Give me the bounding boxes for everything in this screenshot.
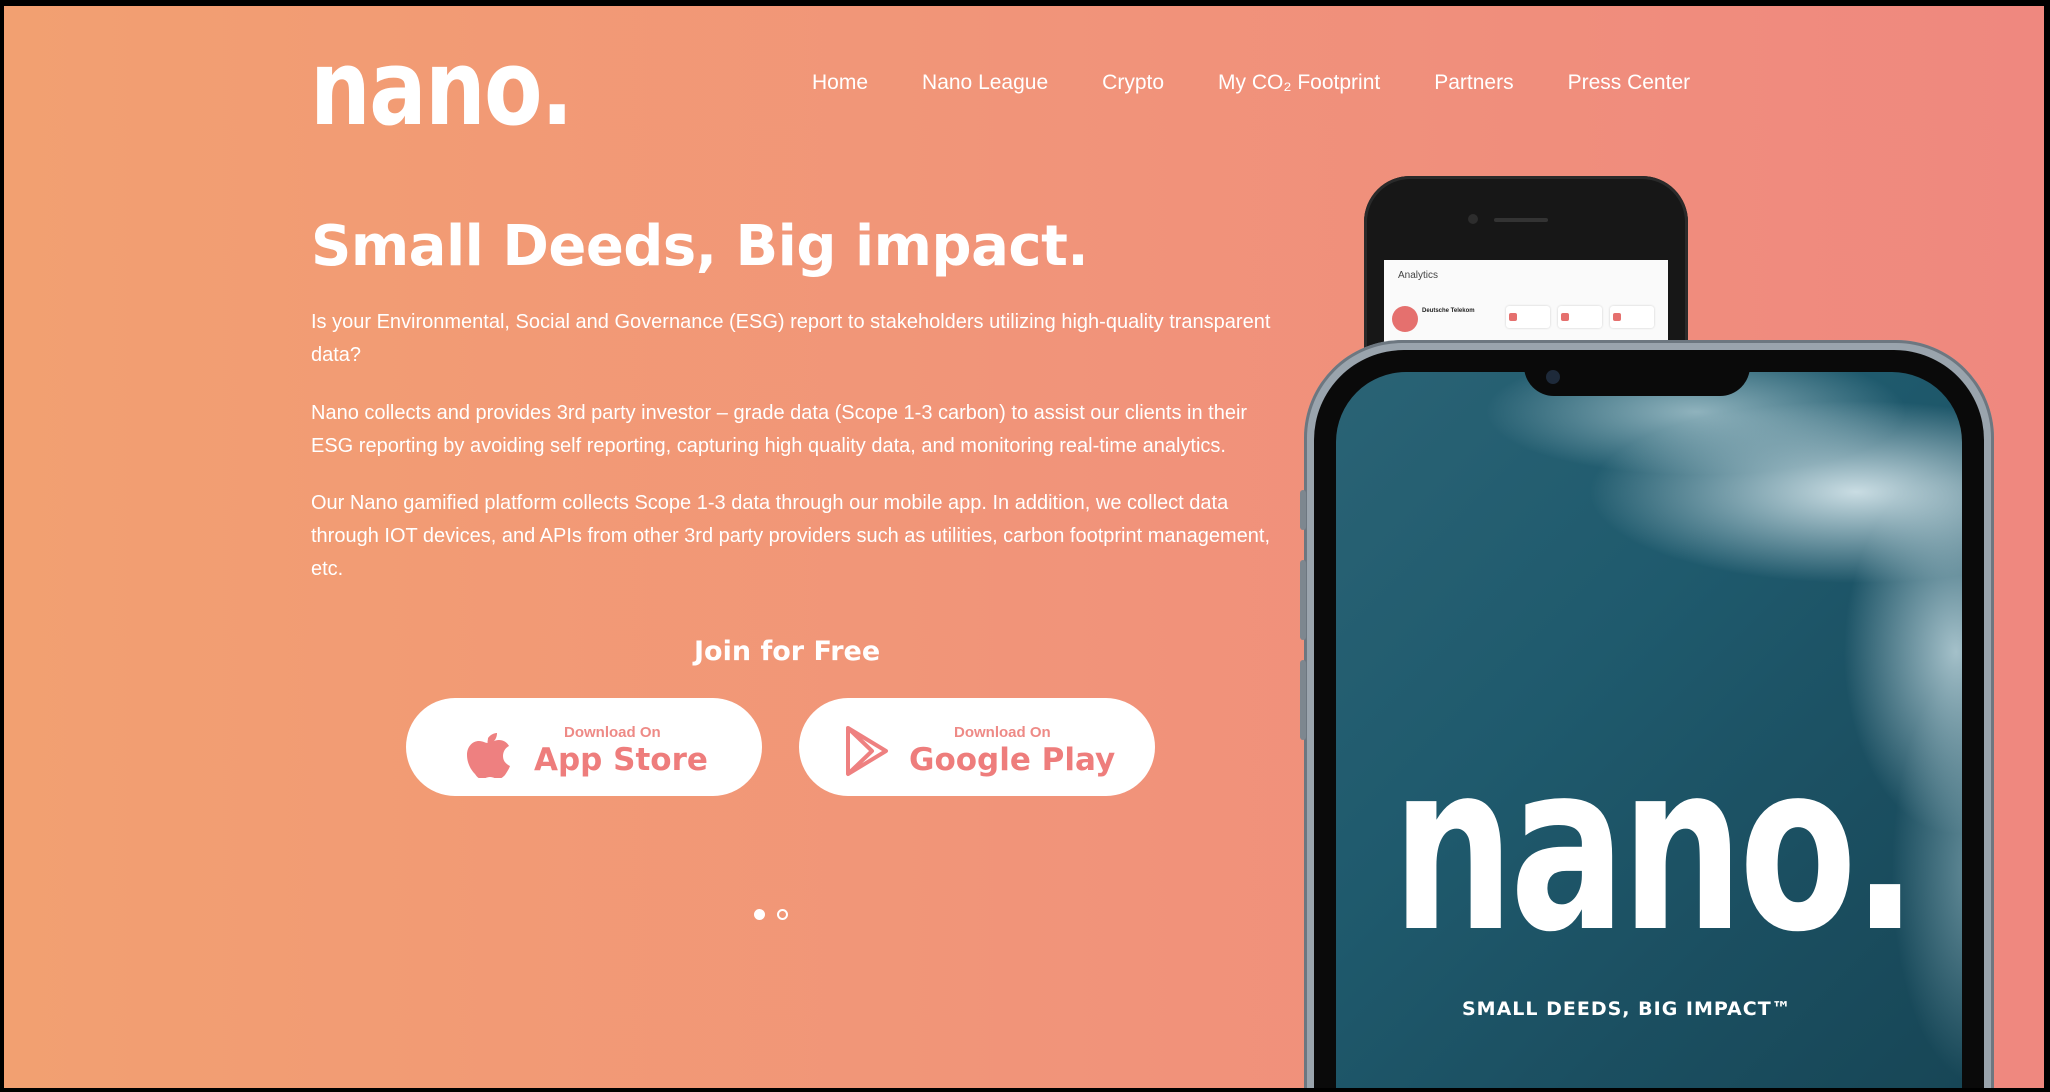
nav-partners[interactable]: Partners bbox=[1434, 70, 1513, 96]
app-store-small-label: Download On bbox=[564, 724, 661, 741]
nav-co2-footprint[interactable]: My CO₂ Footprint bbox=[1218, 70, 1380, 96]
carousel-dots bbox=[754, 909, 788, 920]
ocean-screen: nano. SMALL DEEDS, BIG IMPACT™ bbox=[1336, 372, 1962, 1088]
nav-press-center[interactable]: Press Center bbox=[1568, 70, 1691, 96]
analytics-title: Analytics bbox=[1398, 270, 1439, 281]
carousel-dot-2[interactable] bbox=[777, 909, 788, 920]
speaker-grille bbox=[1494, 218, 1548, 222]
app-store-button[interactable]: Download On App Store bbox=[406, 698, 762, 796]
hero-paragraph-2: Nano collects and provides 3rd party inv… bbox=[311, 402, 1248, 457]
landing-page: nano. Home Nano League Crypto My CO₂ Foo… bbox=[4, 6, 2044, 1088]
main-nav: Home Nano League Crypto My CO₂ Footprint… bbox=[812, 70, 1690, 96]
join-for-free-heading: Join for Free bbox=[694, 636, 881, 667]
phone-side-button bbox=[1300, 660, 1306, 740]
company-name: Deutsche Telekom bbox=[1422, 308, 1475, 314]
hero-headline: Small Deeds, Big impact. bbox=[311, 214, 1089, 279]
carousel-dot-1[interactable] bbox=[754, 909, 765, 920]
google-play-label: Google Play bbox=[909, 742, 1116, 778]
hero-paragraph-3: Our Nano gamified platform collects Scop… bbox=[311, 492, 1271, 580]
screen-tagline: SMALL DEEDS, BIG IMPACT™ bbox=[1462, 998, 1792, 1020]
google-play-button[interactable]: Download On Google Play bbox=[799, 698, 1155, 796]
google-play-icon bbox=[846, 726, 888, 776]
company-avatar bbox=[1392, 306, 1418, 332]
nav-crypto[interactable]: Crypto bbox=[1102, 70, 1164, 96]
front-camera-icon bbox=[1546, 370, 1560, 384]
nav-home[interactable]: Home bbox=[812, 70, 868, 96]
app-store-label: App Store bbox=[534, 742, 708, 778]
stat-card bbox=[1506, 306, 1550, 328]
phone-mockup-front: nano. SMALL DEEDS, BIG IMPACT™ bbox=[1300, 340, 1994, 1088]
google-play-small-label: Download On bbox=[954, 724, 1051, 741]
phone-bezel: nano. SMALL DEEDS, BIG IMPACT™ bbox=[1314, 350, 1984, 1088]
stat-card bbox=[1610, 306, 1654, 328]
phone-side-button bbox=[1300, 490, 1306, 530]
apple-icon bbox=[467, 733, 510, 778]
stat-card bbox=[1558, 306, 1602, 328]
nav-nano-league[interactable]: Nano League bbox=[922, 70, 1048, 96]
camera-icon bbox=[1468, 214, 1478, 224]
phone-side-button bbox=[1300, 560, 1306, 640]
nano-logo[interactable]: nano. bbox=[310, 36, 573, 140]
screen-nano-logo: nano. bbox=[1392, 713, 1918, 983]
hero-paragraph-1: Is your Environmental, Social and Govern… bbox=[311, 311, 1271, 366]
